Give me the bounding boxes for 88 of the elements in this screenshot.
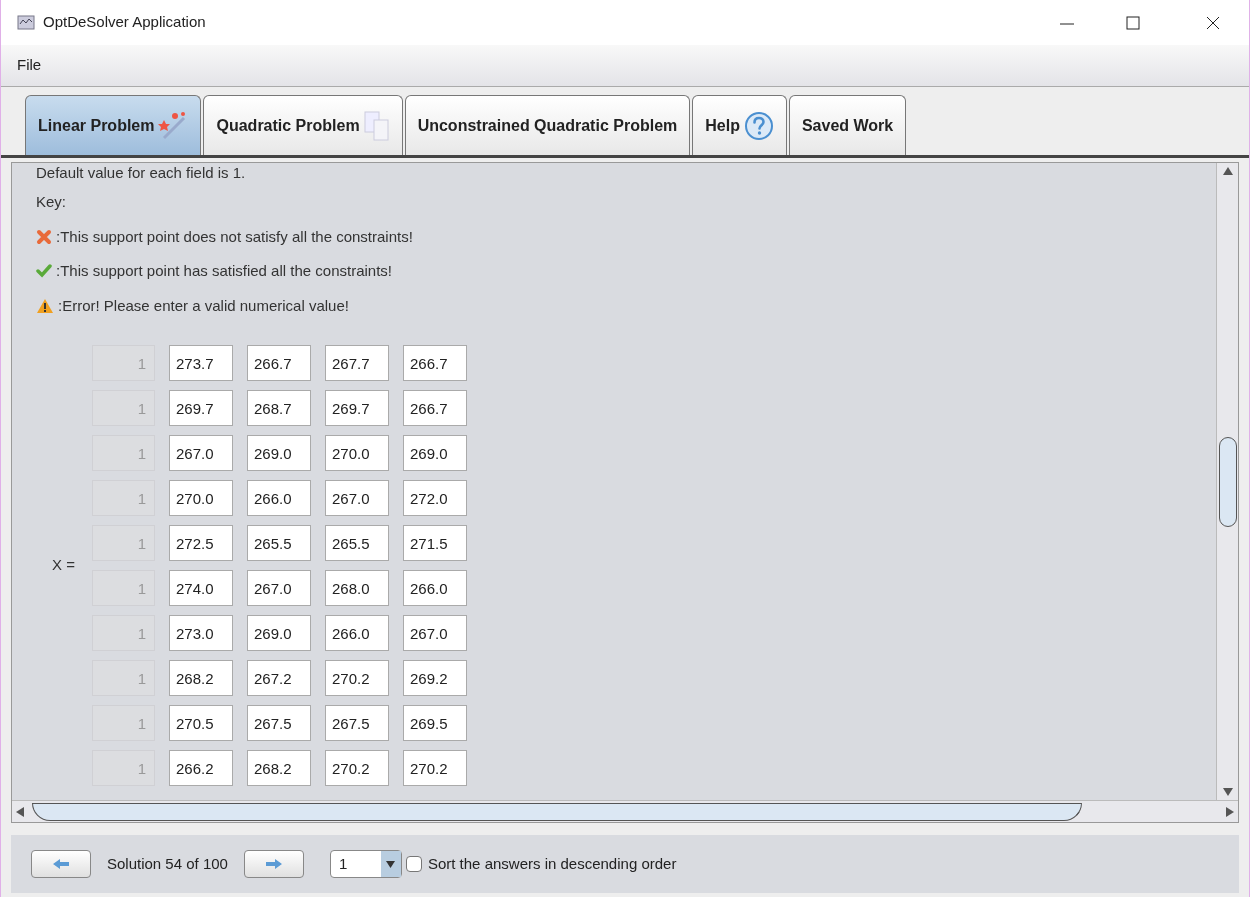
matrix-field[interactable]: 268.2 — [169, 660, 233, 696]
vertical-scrollbar[interactable] — [1216, 163, 1238, 800]
key-description: :Error! Please enter a valid numerical value! — [58, 295, 349, 316]
matrix-field[interactable]: 267.0 — [247, 570, 311, 606]
constant-field: 1 — [92, 705, 155, 741]
app-icon — [17, 14, 35, 31]
matrix-field[interactable]: 266.7 — [403, 390, 467, 426]
matrix-field[interactable]: 265.5 — [247, 525, 311, 561]
scroll-thumb[interactable] — [1218, 436, 1237, 527]
matrix-field[interactable]: 267.5 — [247, 705, 311, 741]
menu-item[interactable]: File — [17, 54, 42, 77]
matrix-field[interactable]: 267.0 — [169, 435, 233, 471]
key-description: :This support point does not satisfy all the constraints! — [56, 226, 413, 247]
key-title: Key: — [36, 192, 67, 212]
up-arrow-icon[interactable] — [1222, 167, 1233, 175]
matrix-field[interactable]: 270.5 — [169, 705, 233, 741]
help-icon — [743, 110, 774, 141]
constant-field: 1 — [92, 480, 155, 516]
matrix-field[interactable]: 268.0 — [325, 570, 389, 606]
solution-counter: Solution 54 of 100 — [107, 853, 228, 874]
key-description: :This support point has satisfied all the constraints! — [56, 261, 392, 281]
left-arrow-icon[interactable] — [16, 806, 24, 817]
matrix-field[interactable]: 269.2 — [403, 660, 467, 696]
caret-icon — [386, 860, 396, 868]
matrix-field[interactable]: 270.2 — [325, 660, 389, 696]
matrix-field[interactable]: 266.7 — [247, 345, 311, 381]
scroll-thumb[interactable] — [32, 802, 1082, 821]
matrix-field[interactable]: 267.0 — [325, 480, 389, 516]
matrix-field[interactable]: 266.7 — [403, 345, 467, 381]
check-icon — [36, 263, 52, 280]
matrix-field[interactable]: 269.0 — [403, 435, 467, 471]
matrix-field[interactable]: 272.0 — [403, 480, 467, 516]
matrix-field[interactable]: 270.0 — [325, 435, 389, 471]
constant-field: 1 — [92, 345, 155, 381]
close-icon[interactable] — [1205, 14, 1221, 31]
horizontal-scrollbar[interactable] — [12, 800, 1238, 822]
down-arrow-icon[interactable] — [1222, 788, 1233, 796]
matrix-field[interactable]: 269.5 — [403, 705, 467, 741]
matrix-field[interactable]: 266.0 — [403, 570, 467, 606]
matrix-field[interactable]: 267.5 — [325, 705, 389, 741]
matrix-field[interactable]: 268.7 — [247, 390, 311, 426]
solution-dropdown[interactable]: 1 — [329, 850, 402, 878]
window-title: OptDeSolver Application — [43, 12, 206, 33]
constant-field: 1 — [92, 435, 155, 471]
matrix-field[interactable]: 272.5 — [169, 525, 233, 561]
maximize-icon[interactable] — [1125, 14, 1141, 31]
matrix-field[interactable]: 269.0 — [247, 435, 311, 471]
tab[interactable]: Saved Work — [788, 95, 907, 155]
matrix-field[interactable]: 273.7 — [169, 345, 233, 381]
right-arrow-icon[interactable] — [1226, 806, 1234, 817]
matrix-field[interactable]: 274.0 — [169, 570, 233, 606]
matrix-field[interactable]: 269.7 — [169, 390, 233, 426]
sort-label[interactable]: Sort the answers in descending order — [427, 852, 677, 876]
matrix-field[interactable]: 270.0 — [169, 480, 233, 516]
default-value-note: Default value for each field is 1. — [36, 165, 247, 181]
matrix-label: X = — [51, 555, 76, 576]
next-button[interactable] — [243, 850, 304, 878]
warning-icon — [36, 297, 54, 314]
cross-icon — [36, 228, 52, 245]
matrix-field[interactable]: 266.0 — [325, 615, 389, 651]
matrix-field[interactable]: 270.2 — [403, 750, 467, 786]
matrix-field[interactable]: 270.2 — [325, 750, 389, 786]
tab[interactable]: Help — [692, 95, 787, 155]
matrix-field[interactable]: 269.7 — [325, 390, 389, 426]
constant-field: 1 — [92, 525, 155, 561]
matrix-field[interactable]: 271.5 — [403, 525, 467, 561]
constant-field: 1 — [92, 615, 155, 651]
left-arrow-icon — [53, 859, 69, 869]
previous-button[interactable] — [31, 850, 91, 878]
sort-checkbox[interactable] — [405, 856, 422, 872]
constant-field: 1 — [92, 750, 155, 786]
matrix-field[interactable]: 273.0 — [169, 615, 233, 651]
tab[interactable]: Unconstrained Quadratic Problem — [404, 95, 691, 155]
tab[interactable]: Quadratic Problem — [203, 95, 403, 155]
matrix-field[interactable]: 266.2 — [169, 750, 233, 786]
matrix-field[interactable]: 269.0 — [247, 615, 311, 651]
tab[interactable]: Linear Problem — [25, 95, 202, 155]
right-arrow-icon — [265, 859, 282, 869]
matrix-field[interactable]: 268.2 — [247, 750, 311, 786]
matrix-field[interactable]: 267.7 — [325, 345, 389, 381]
matrix-field[interactable]: 265.5 — [325, 525, 389, 561]
matrix-field[interactable]: 267.2 — [247, 660, 311, 696]
constant-field: 1 — [92, 660, 155, 696]
matrix-field[interactable]: 266.0 — [247, 480, 311, 516]
matrix-field[interactable]: 267.0 — [403, 615, 467, 651]
pages-icon — [363, 110, 390, 141]
constant-field: 1 — [92, 390, 155, 426]
constant-field: 1 — [92, 570, 155, 606]
